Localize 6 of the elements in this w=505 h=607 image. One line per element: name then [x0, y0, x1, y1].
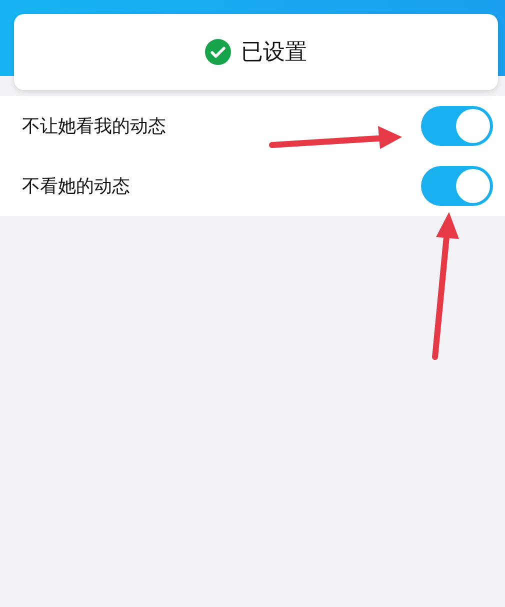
- setting-label: 不看她的动态: [22, 175, 130, 198]
- toggle-switch[interactable]: [421, 106, 493, 146]
- setting-label: 不让她看我的动态: [22, 115, 166, 138]
- toast-text: 已设置: [241, 39, 307, 67]
- toggle-switch[interactable]: [421, 166, 493, 206]
- check-icon: [205, 39, 231, 65]
